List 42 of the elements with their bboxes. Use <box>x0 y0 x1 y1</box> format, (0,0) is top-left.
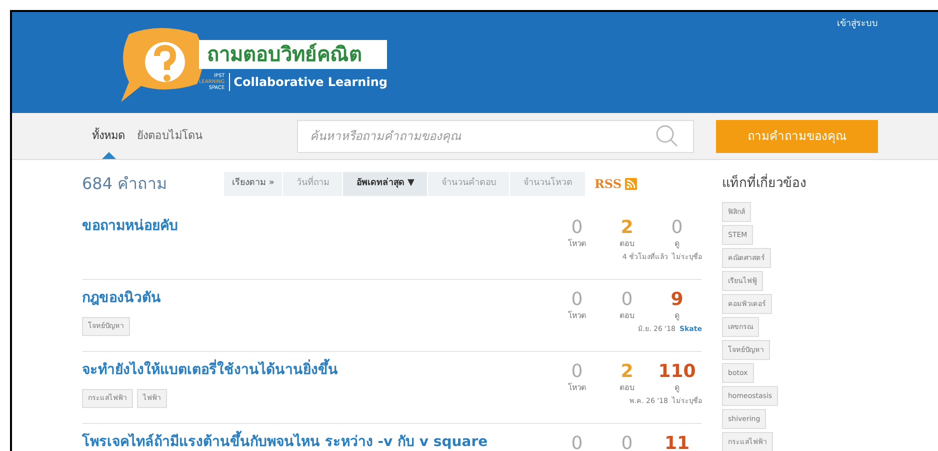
stat-number: 0 <box>621 434 633 451</box>
question-title[interactable]: โพรเจคไทล์ถ้ามีแรงต้านขึ้นกับพจนไหน ระหว่าง -v กับ v square <box>82 432 552 451</box>
stat-number: 0 <box>571 434 583 451</box>
logo-tagline: Collaborative Learning <box>234 74 388 91</box>
ask-question-button[interactable]: ถามคำถามของคุณ <box>716 120 878 152</box>
sort-option[interactable]: อัพเดทล่าสุด ▼ <box>343 172 428 196</box>
sort-option[interactable]: จำนวนโหวต <box>510 172 586 196</box>
nav-tab[interactable]: ทั้งหมด <box>92 113 125 159</box>
search-field[interactable]: ค้นหาหรือถามคำถามของคุณ <box>297 120 694 152</box>
stat-number: 110 <box>658 362 696 382</box>
stat-number: 0 <box>571 362 583 382</box>
stat-number: 2 <box>620 218 634 238</box>
question-title[interactable]: กฎของนิวตัน <box>82 288 552 309</box>
question-title[interactable]: จะทำยังไงให้แบตเตอรี่ใช้งานได้นานยิ่งขึ้น <box>82 360 552 381</box>
search-icon[interactable] <box>655 124 679 148</box>
stat-label: โหวต <box>568 238 586 250</box>
question-title[interactable]: ขอถามหน่อยคับ <box>82 216 552 237</box>
stat-label: ตอบ <box>620 310 634 322</box>
selected-indicator-icon <box>102 152 116 159</box>
stat-label: ดู <box>674 310 680 322</box>
stat-label: ดู <box>674 382 680 394</box>
stat-label: ตอบ <box>620 382 634 394</box>
stat-number: 0 <box>621 290 633 310</box>
stat-number: 0 <box>671 218 683 238</box>
logo-title: ถามตอบวิทย์คณิต <box>199 40 388 69</box>
stat-label: ตอบ <box>620 238 634 250</box>
nav-tab[interactable]: ยังตอบไม่โดน <box>137 113 203 159</box>
stat-number: 0 <box>571 218 583 238</box>
rss-icon[interactable] <box>625 178 638 190</box>
stat-number: 11 <box>664 434 690 451</box>
question-count: 684 คำถาม <box>82 173 169 195</box>
sidebar-title: แท็กที่เกี่ยวข้อง <box>722 174 922 194</box>
sort-option[interactable]: จำนวนคำตอบ <box>428 172 510 196</box>
login-link[interactable]: เข้าสู่ระบบ <box>837 18 878 32</box>
sort-label: เรียงตาม » <box>224 172 284 196</box>
stat-number: 2 <box>620 362 634 382</box>
stat-number: 0 <box>571 290 583 310</box>
rss-link[interactable]: RSS <box>594 175 622 193</box>
stat-label: ดู <box>674 238 680 250</box>
stat-number: 9 <box>670 290 684 310</box>
stat-label: โหวต <box>568 310 586 322</box>
stat-label: โหวต <box>568 382 586 394</box>
